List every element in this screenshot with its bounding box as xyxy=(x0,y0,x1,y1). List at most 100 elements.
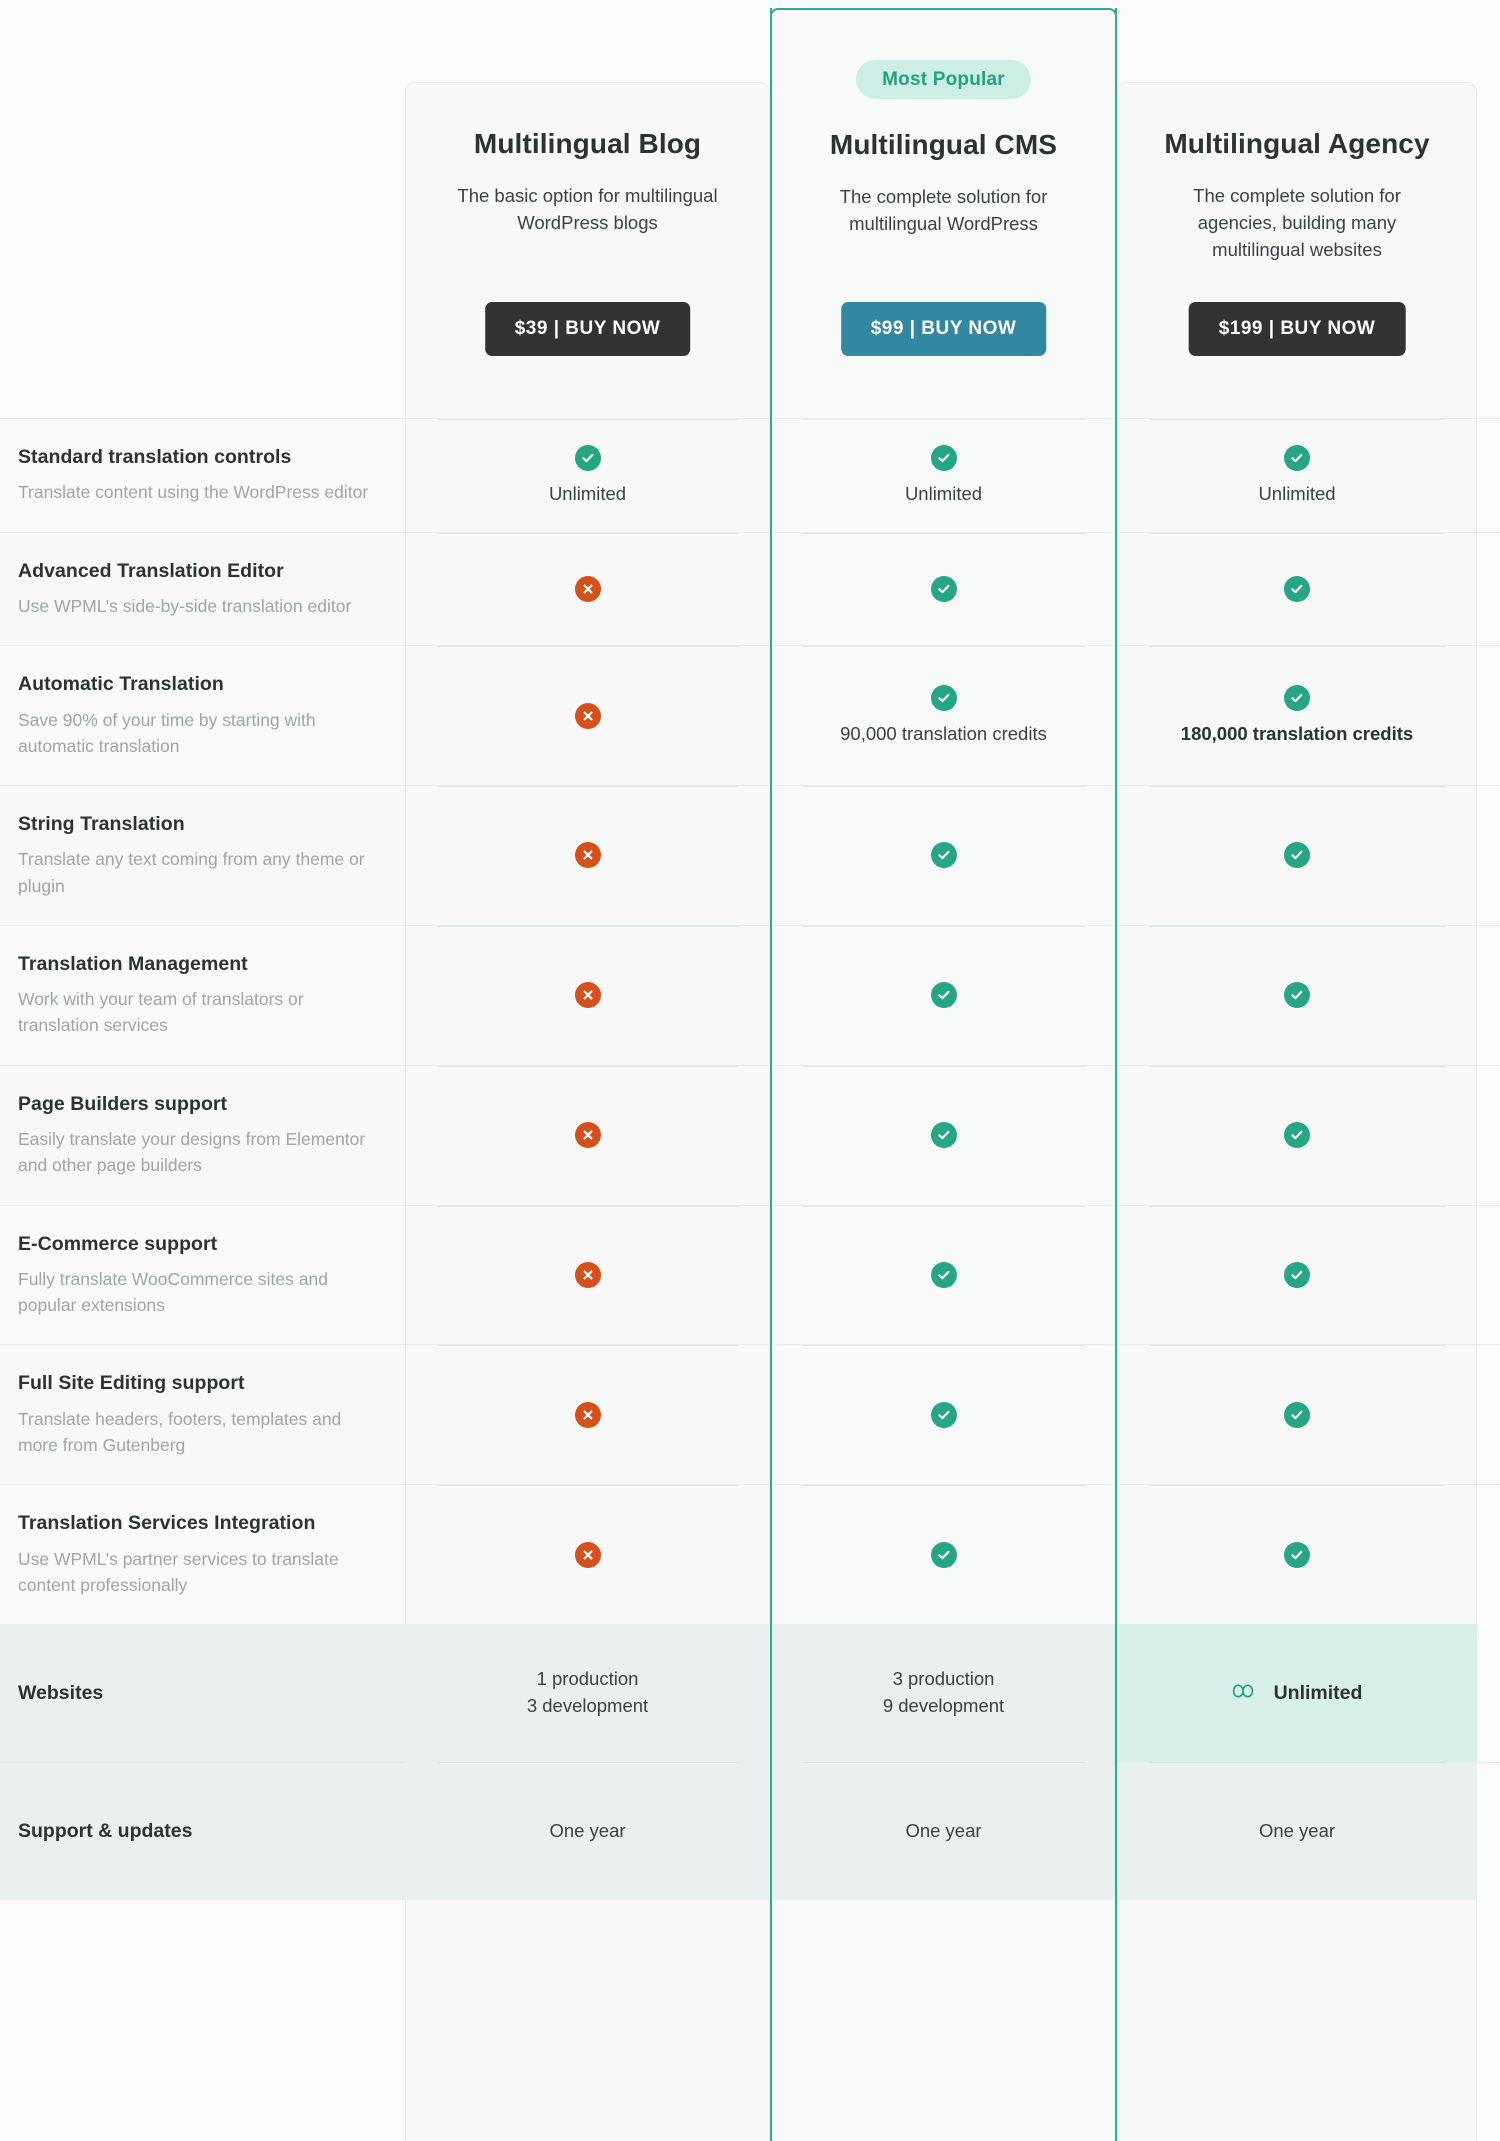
feature-value-cell xyxy=(770,1345,1117,1484)
check-icon xyxy=(1284,982,1310,1009)
feature-subtitle: Translate content using the WordPress ed… xyxy=(18,482,369,503)
check-icon xyxy=(930,1122,957,1149)
feature-value-cell xyxy=(405,1205,770,1345)
feature-subtitle: Use WPML’s side-by-side translation edit… xyxy=(18,595,352,616)
feature-label-cell: Full Site Editing support Translate heade… xyxy=(0,1345,405,1485)
feature-value-cell xyxy=(405,1485,770,1624)
summary-value-line: 9 development xyxy=(882,1695,1005,1717)
feature-title: Full Site Editing support xyxy=(18,1372,245,1395)
feature-label-cell: Page Builders support Easily translate yo… xyxy=(0,1065,405,1205)
plan-description-blog: The basic option for multilingual WordPr… xyxy=(457,185,718,234)
summary-label: Support & updates xyxy=(0,1762,405,1901)
feature-label-cell: E-Commerce support Fully translate WooCom… xyxy=(0,1205,405,1345)
summary-row: Websites 1 production 3 development 3 produ… xyxy=(0,1624,1500,1763)
feature-title: Translation Management xyxy=(18,952,248,975)
cross-icon xyxy=(574,982,601,1009)
check-icon xyxy=(1284,575,1310,602)
feature-label-cell: Translation Services Integration Use WPML… xyxy=(0,1485,405,1625)
comparison-table: Multilingual Blog The basic option for m… xyxy=(0,0,1500,1901)
feature-subtitle: Translate any text coming from any theme… xyxy=(18,849,365,896)
buy-now-button-cms[interactable]: $99 | BUY NOW xyxy=(840,302,1047,356)
plan-header-cms: Most Popular Multilingual CMS The comple… xyxy=(770,0,1117,418)
feature-subtitle: Easily translate your designs from Eleme… xyxy=(18,1129,366,1176)
feature-value-cell xyxy=(1117,1065,1477,1205)
header-spacer-cell xyxy=(0,0,405,418)
most-popular-badge: Most Popular xyxy=(856,60,1031,99)
check-icon xyxy=(930,1261,957,1288)
feature-value-cell xyxy=(1117,786,1477,925)
feature-label-cell: String Translation Translate any text com… xyxy=(0,786,405,925)
summary-value-cell: 1 production 3 development xyxy=(405,1624,770,1763)
feature-value-cell: 180,000 translation credits xyxy=(1117,646,1477,785)
check-icon xyxy=(930,444,957,471)
summary-value-line: One year xyxy=(905,1819,982,1841)
feature-title: Translation Services Integration xyxy=(18,1512,316,1535)
feature-value-cell xyxy=(405,925,770,1065)
check-icon xyxy=(1284,1122,1310,1149)
summary-value-line: 3 development xyxy=(526,1695,649,1717)
feature-title: Standard translation controls xyxy=(18,446,292,468)
feature-subtitle: Use WPML’s partner services to translate… xyxy=(18,1548,339,1595)
feature-value-cell xyxy=(405,532,770,646)
summary-value-cell: One year xyxy=(1117,1762,1477,1901)
plan-header-agency: Multilingual Agency The complete solutio… xyxy=(1117,0,1477,418)
feature-row: Advanced Translation Editor Use WPML’s si… xyxy=(0,531,1500,646)
check-icon xyxy=(930,1541,957,1568)
cross-icon xyxy=(574,702,601,729)
summary-rows: Websites 1 production 3 development 3 produ… xyxy=(0,1624,1500,1901)
feature-title: Page Builders support xyxy=(18,1092,228,1115)
feature-title: String Translation xyxy=(18,813,185,836)
summary-unlimited: Unlimited xyxy=(1232,1679,1362,1707)
feature-value-cell xyxy=(770,1205,1117,1345)
check-icon xyxy=(1284,444,1310,471)
infinity-icon xyxy=(1232,1679,1262,1707)
feature-label-cell: Automatic Translation Save 90% of your ti… xyxy=(0,646,405,786)
feature-value-cell: Unlimited xyxy=(770,419,1117,532)
feature-row: Standard translation controls Translate c… xyxy=(0,418,1500,532)
feature-value-cell xyxy=(770,1065,1117,1205)
feature-row: Full Site Editing support Translate heade… xyxy=(0,1344,1500,1485)
feature-title: Advanced Translation Editor xyxy=(18,559,284,582)
feature-value-cell xyxy=(1117,532,1477,646)
feature-row: Page Builders support Easily translate yo… xyxy=(0,1064,1500,1205)
feature-label-cell: Advanced Translation Editor Use WPML’s si… xyxy=(0,532,405,646)
check-icon xyxy=(1284,1401,1310,1428)
feature-value-cell xyxy=(1117,925,1477,1065)
check-icon xyxy=(930,982,957,1009)
feature-label-cell: Translation Management Work with your tea… xyxy=(0,925,405,1065)
feature-value-cell xyxy=(405,646,770,785)
summary-value-cell: Unlimited xyxy=(1117,1624,1477,1763)
feature-value-text: 90,000 translation credits xyxy=(840,722,1047,744)
check-icon xyxy=(1284,684,1310,711)
summary-row: Support & updates One year One year One yea… xyxy=(0,1762,1500,1901)
summary-value-line: 3 production xyxy=(892,1668,995,1690)
summary-value-line: One year xyxy=(1258,1819,1336,1841)
feature-row: Translation Management Work with your tea… xyxy=(0,924,1500,1065)
feature-value-text: Unlimited xyxy=(1258,482,1336,504)
cross-icon xyxy=(574,1261,601,1288)
plan-name-cms: Multilingual CMS xyxy=(829,129,1058,160)
check-icon xyxy=(1284,1261,1310,1288)
cross-icon xyxy=(574,1401,601,1428)
feature-subtitle: Save 90% of your time by starting with a… xyxy=(18,709,316,756)
feature-row: Translation Services Integration Use WPML… xyxy=(0,1484,1500,1625)
feature-value-cell xyxy=(1117,1345,1477,1484)
summary-value-cell: One year xyxy=(770,1762,1117,1901)
check-icon xyxy=(930,1401,957,1428)
plan-header-row: Multilingual Blog The basic option for m… xyxy=(0,0,1500,418)
buy-now-button-agency[interactable]: $199 | BUY NOW xyxy=(1188,302,1406,356)
summary-label: Websites xyxy=(0,1624,405,1763)
cross-icon xyxy=(574,1122,601,1149)
summary-value-line: One year xyxy=(549,1819,626,1841)
cross-icon xyxy=(574,1541,601,1568)
check-icon xyxy=(930,575,957,602)
feature-row: String Translation Translate any text com… xyxy=(0,785,1500,925)
feature-value-text: 180,000 translation credits xyxy=(1180,722,1414,744)
buy-now-button-blog[interactable]: $39 | BUY NOW xyxy=(484,302,691,356)
feature-value-cell xyxy=(770,1485,1117,1624)
plan-description-agency: The complete solution for agencies, buil… xyxy=(1193,185,1401,261)
feature-label-cell: Standard translation controls Translate c… xyxy=(0,419,405,532)
feature-value-cell: Unlimited xyxy=(405,419,770,532)
check-icon xyxy=(930,684,957,711)
plan-header-blog: Multilingual Blog The basic option for m… xyxy=(405,0,770,418)
